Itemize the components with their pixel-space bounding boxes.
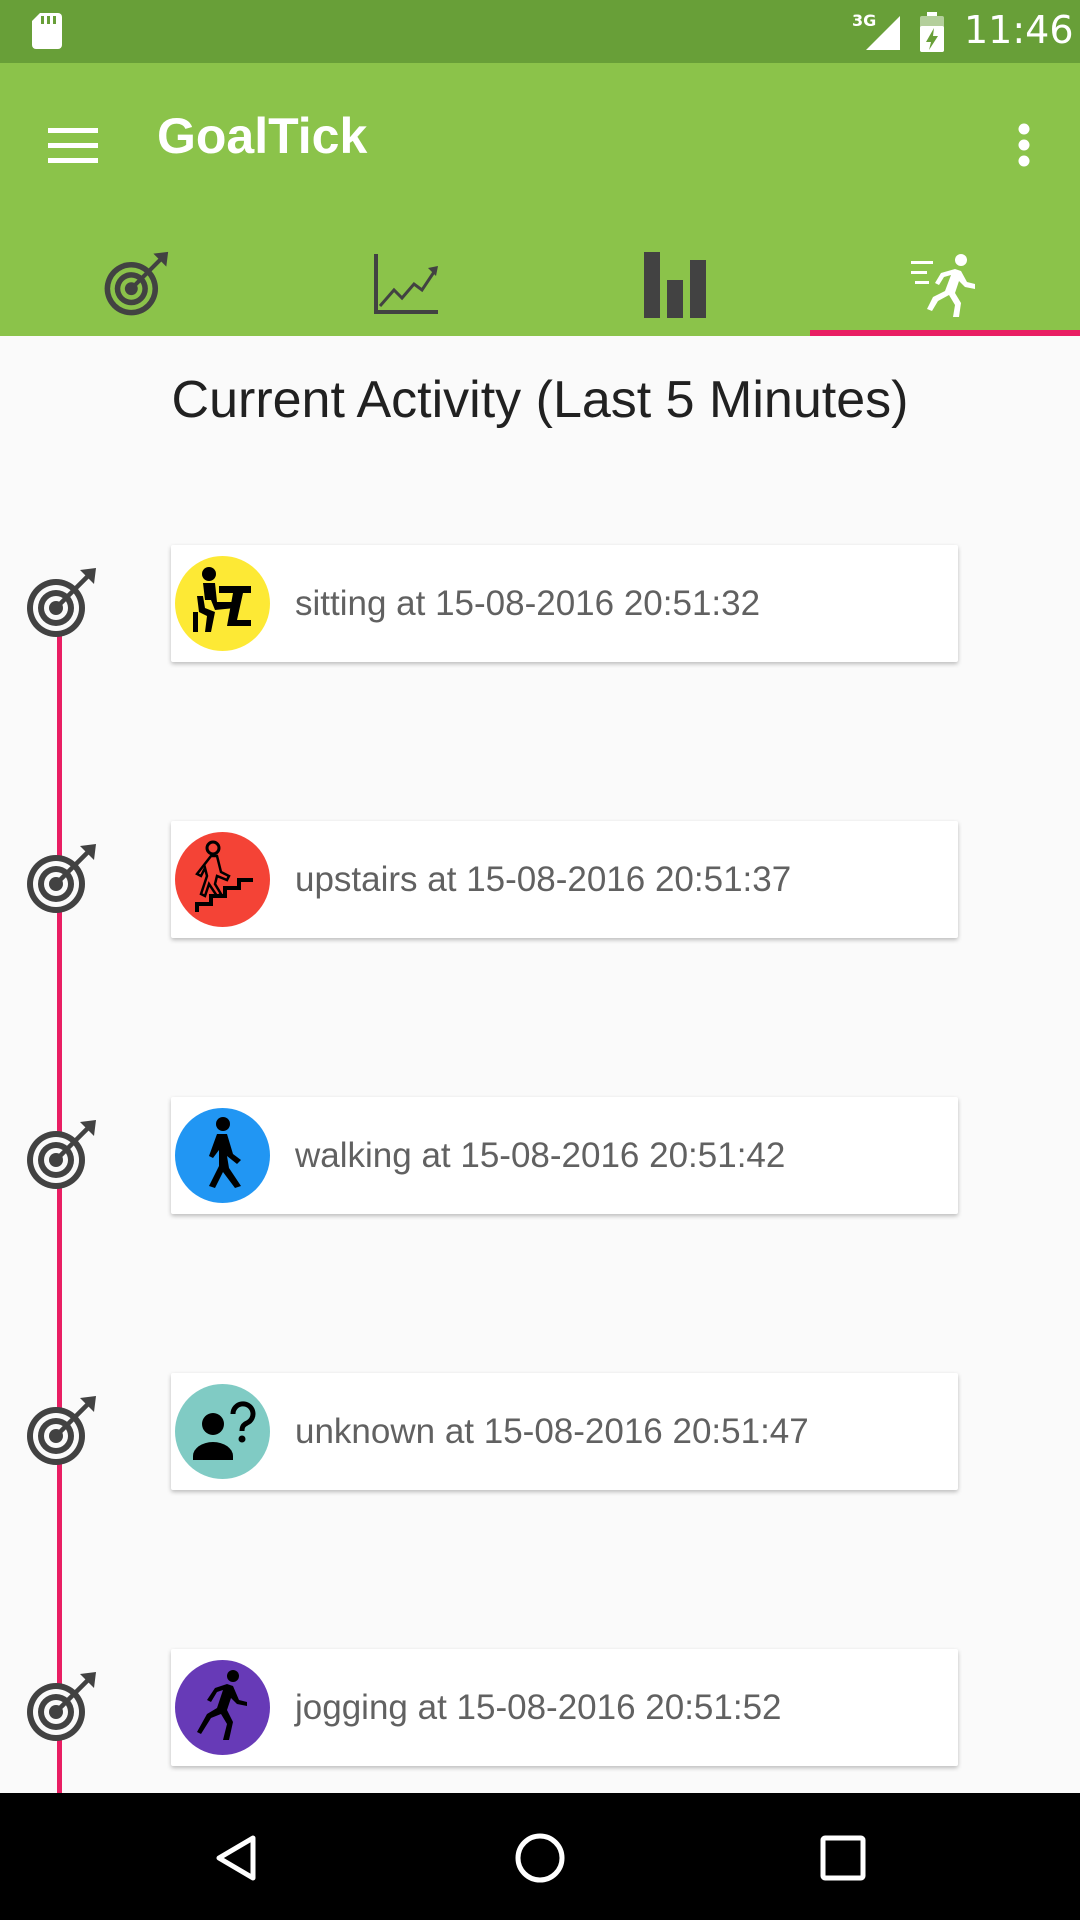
menu-button[interactable] <box>36 109 108 181</box>
tab-activity[interactable] <box>810 233 1080 336</box>
tab-stats[interactable] <box>540 233 810 336</box>
sd-card-icon <box>32 13 62 53</box>
hamburger-menu-icon <box>48 128 98 163</box>
stairs-person-icon <box>175 832 270 927</box>
app-bar: GoalTick <box>0 63 1080 336</box>
activity-card[interactable]: walking at 15-08-2016 20:51:42 <box>171 1097 958 1214</box>
bar-chart-icon <box>644 251 706 318</box>
activity-label: sitting at 15-08-2016 20:51:32 <box>295 584 761 623</box>
timeline-target-icon <box>22 1118 98 1194</box>
activity-label: upstairs at 15-08-2016 20:51:37 <box>295 860 792 899</box>
recents-button[interactable] <box>798 1813 888 1903</box>
activity-card[interactable]: unknown at 15-08-2016 20:51:47 <box>171 1373 958 1490</box>
activity-label: jogging at 15-08-2016 20:51:52 <box>295 1688 782 1727</box>
unknown-person-icon <box>175 1384 270 1479</box>
timeline-line <box>57 600 62 1795</box>
overflow-menu-button[interactable] <box>1000 109 1048 181</box>
activity-card[interactable]: upstairs at 15-08-2016 20:51:37 <box>171 821 958 938</box>
home-button[interactable] <box>495 1813 585 1903</box>
status-bar: 3G 11:46 <box>0 0 1080 63</box>
home-circle-icon <box>515 1833 565 1883</box>
target-icon <box>104 251 169 315</box>
app-title: GoalTick <box>157 108 368 164</box>
network-type-label: 3G <box>852 11 876 30</box>
tab-goals[interactable] <box>0 233 270 336</box>
jogging-person-icon <box>175 1660 270 1755</box>
running-person-icon <box>911 253 975 317</box>
back-triangle-icon <box>216 1835 256 1881</box>
back-button[interactable] <box>192 1813 282 1903</box>
walking-person-icon <box>175 1108 270 1203</box>
signal-icon: 3G <box>852 10 906 56</box>
activity-card[interactable]: sitting at 15-08-2016 20:51:32 <box>171 545 958 662</box>
navigation-bar <box>0 1793 1080 1920</box>
activity-label: unknown at 15-08-2016 20:51:47 <box>295 1412 809 1451</box>
line-chart-icon <box>374 253 438 314</box>
more-vert-icon <box>1018 123 1030 167</box>
timeline-target-icon <box>22 842 98 918</box>
battery-icon <box>918 12 946 56</box>
timeline-target-icon <box>22 566 98 642</box>
timeline-target-icon <box>22 1394 98 1470</box>
status-time: 11:46 <box>964 8 1074 52</box>
sitting-person-icon <box>175 556 270 651</box>
timeline-target-icon <box>22 1670 98 1746</box>
activity-label: walking at 15-08-2016 20:51:42 <box>295 1136 786 1175</box>
page-title: Current Activity (Last 5 Minutes) <box>171 371 909 429</box>
tab-trend[interactable] <box>270 233 540 336</box>
selected-tab-indicator <box>810 330 1080 336</box>
activity-card[interactable]: jogging at 15-08-2016 20:51:52 <box>171 1649 958 1766</box>
recents-square-icon <box>820 1835 866 1881</box>
